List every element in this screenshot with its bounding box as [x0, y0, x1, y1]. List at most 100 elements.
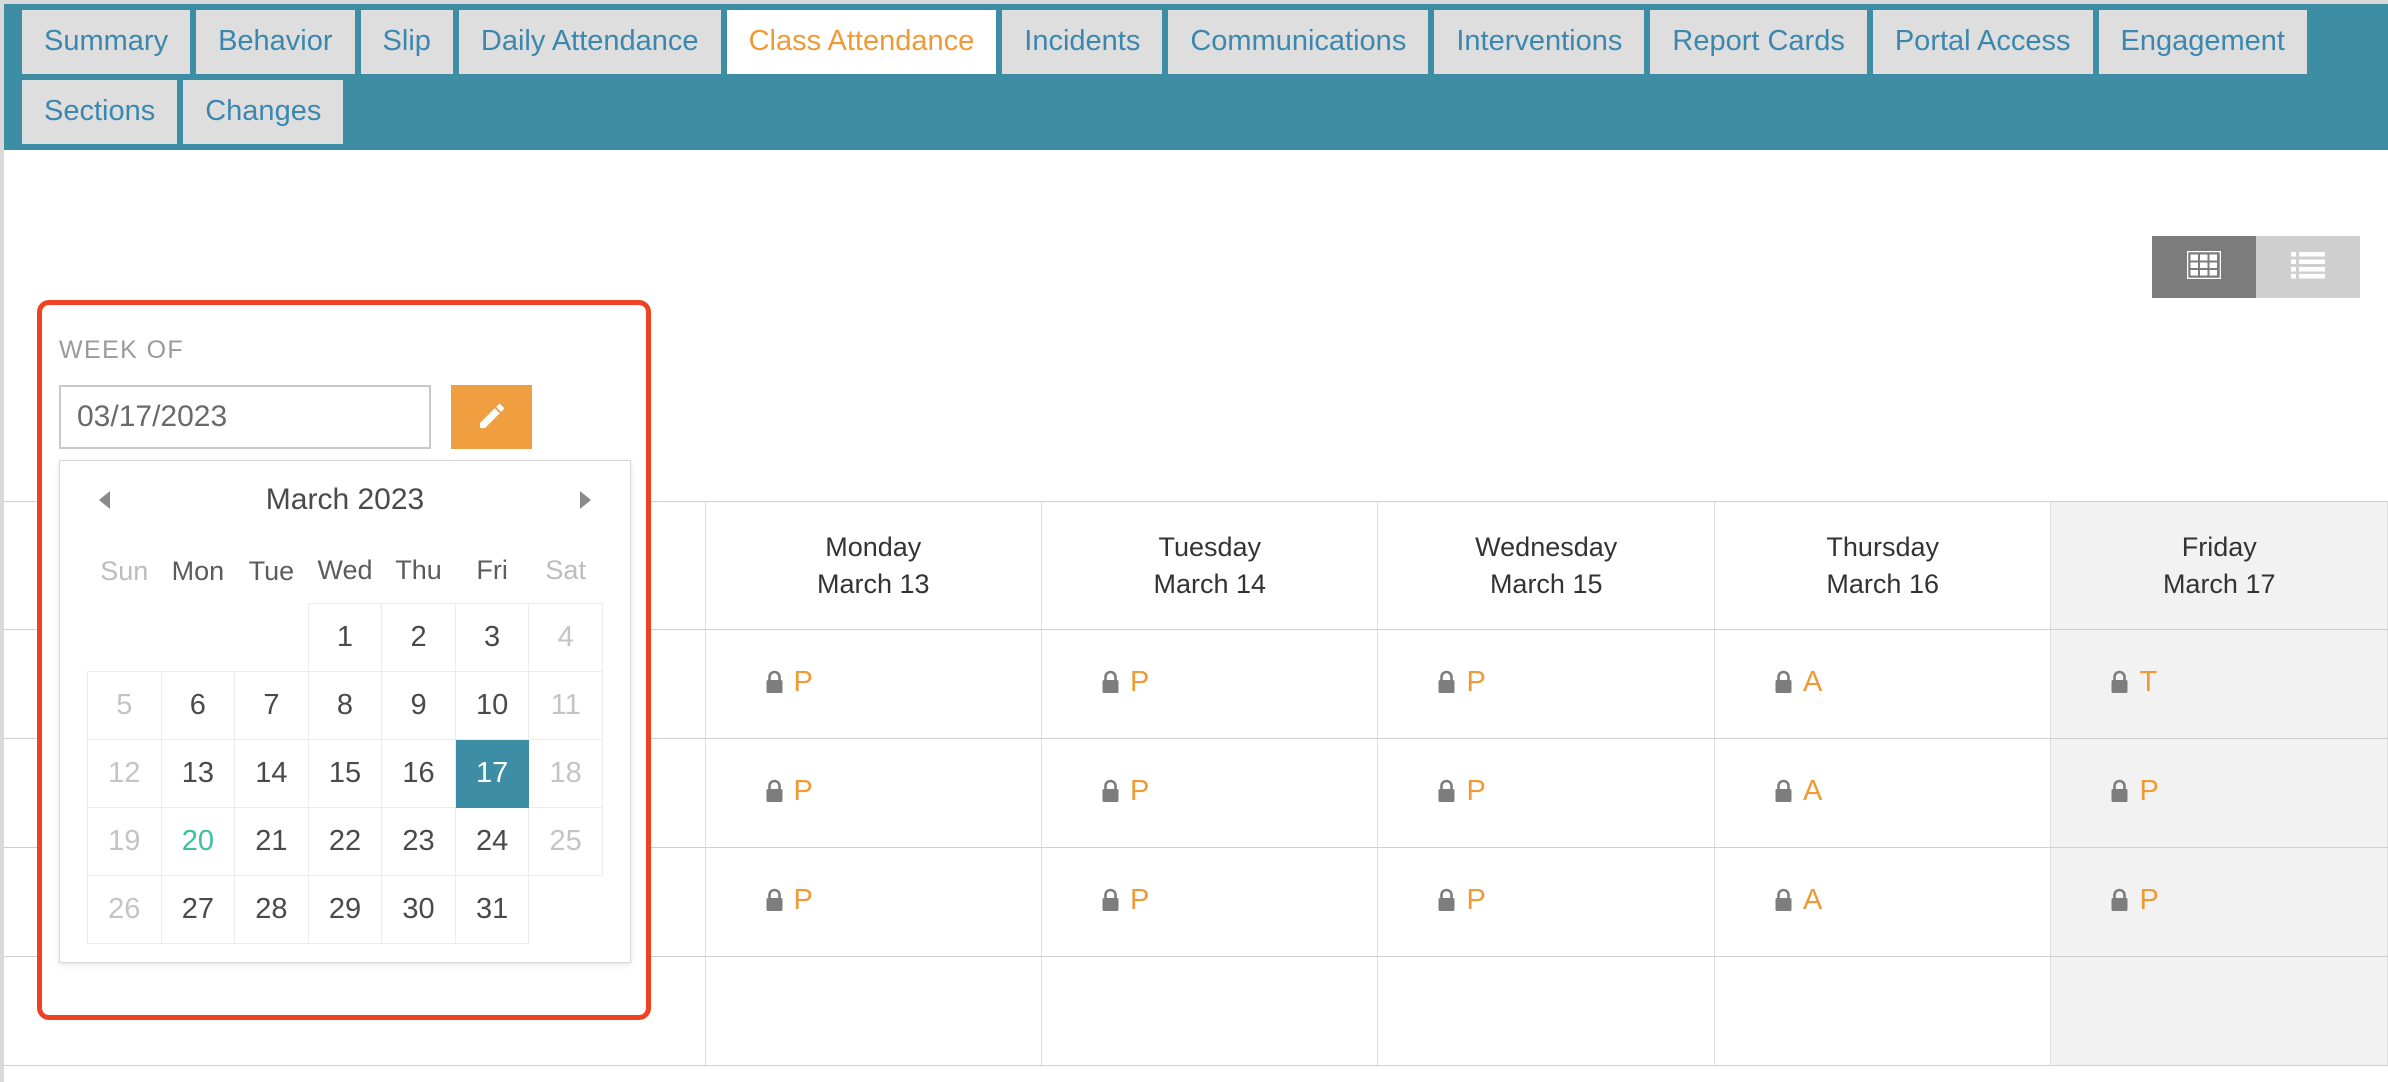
- calendar-day-29[interactable]: 29: [308, 875, 382, 943]
- attendance-cell[interactable]: A: [1714, 630, 2050, 739]
- attendance-cell[interactable]: [1378, 957, 1714, 1066]
- calendar-day-14[interactable]: 14: [235, 739, 309, 807]
- attendance-cell[interactable]: [1042, 957, 1378, 1066]
- calendar-day-26[interactable]: 26: [88, 875, 162, 943]
- tab-changes[interactable]: Changes: [183, 80, 343, 144]
- attendance-column-header-tuesday: TuesdayMarch 14: [1042, 502, 1378, 630]
- attendance-cell[interactable]: P: [1042, 739, 1378, 848]
- attendance-code: P: [1130, 777, 1149, 806]
- calendar-week-row: 567891011: [88, 671, 603, 739]
- calendar-day-11[interactable]: 11: [529, 671, 603, 739]
- calendar-day-30[interactable]: 30: [382, 875, 456, 943]
- tab-behavior[interactable]: Behavior: [196, 10, 354, 74]
- attendance-value: A: [1773, 668, 1822, 697]
- calendar-day-6[interactable]: 6: [161, 671, 235, 739]
- tab-class-attendance[interactable]: Class Attendance: [727, 10, 997, 74]
- calendar-day-24[interactable]: 24: [455, 807, 529, 875]
- calendar-next-month-button[interactable]: [568, 483, 602, 517]
- tab-interventions[interactable]: Interventions: [1434, 10, 1644, 74]
- attendance-cell[interactable]: [1714, 957, 2050, 1066]
- calendar-day-4[interactable]: 4: [529, 603, 603, 671]
- column-date-label: March 15: [1378, 566, 1713, 602]
- attendance-cell[interactable]: P: [1378, 739, 1714, 848]
- calendar-prev-month-button[interactable]: [88, 483, 122, 517]
- calendar-day-1[interactable]: 1: [308, 603, 382, 671]
- calendar-weekday-tue: Tue: [235, 539, 309, 603]
- tab-incidents[interactable]: Incidents: [1002, 10, 1162, 74]
- calendar-day-5[interactable]: 5: [88, 671, 162, 739]
- attendance-cell[interactable]: P: [705, 630, 1041, 739]
- attendance-cell[interactable]: P: [705, 848, 1041, 957]
- calendar-day-10[interactable]: 10: [455, 671, 529, 739]
- lock-icon: [2109, 670, 2130, 695]
- tab-report-cards[interactable]: Report Cards: [1650, 10, 1866, 74]
- calendar-day-18[interactable]: 18: [529, 739, 603, 807]
- attendance-code: T: [2139, 668, 2157, 697]
- attendance-cell[interactable]: [705, 957, 1041, 1066]
- calendar-header: March 2023: [60, 461, 630, 539]
- calendar-day-17[interactable]: 17: [455, 739, 529, 807]
- attendance-cell[interactable]: [2051, 957, 2388, 1066]
- calendar-day-12[interactable]: 12: [88, 739, 162, 807]
- calendar-day-25[interactable]: 25: [529, 807, 603, 875]
- attendance-cell[interactable]: P: [1042, 848, 1378, 957]
- calendar-day-27[interactable]: 27: [161, 875, 235, 943]
- attendance-cell[interactable]: P: [1378, 630, 1714, 739]
- calendar-day-19[interactable]: 19: [88, 807, 162, 875]
- calendar-days-body: 1234567891011121314151617181920212223242…: [88, 603, 603, 943]
- calendar-day-20[interactable]: 20: [161, 807, 235, 875]
- calendar-day-13[interactable]: 13: [161, 739, 235, 807]
- grid-view-button[interactable]: [2152, 236, 2256, 298]
- attendance-code: P: [2139, 777, 2158, 806]
- calendar-day-2[interactable]: 2: [382, 603, 456, 671]
- tab-daily-attendance[interactable]: Daily Attendance: [459, 10, 721, 74]
- column-weekday-label: Monday: [706, 529, 1041, 565]
- attendance-cell[interactable]: T: [2051, 630, 2388, 739]
- chevron-left-icon: [96, 489, 114, 511]
- calendar-empty-cell: [161, 603, 235, 671]
- attendance-cell[interactable]: A: [1714, 739, 2050, 848]
- tab-communications[interactable]: Communications: [1168, 10, 1428, 74]
- tab-slip[interactable]: Slip: [361, 10, 453, 74]
- calendar-day-7[interactable]: 7: [235, 671, 309, 739]
- attendance-value: P: [1436, 668, 1485, 697]
- column-weekday-label: Thursday: [1715, 529, 2050, 565]
- lock-icon: [1773, 670, 1794, 695]
- calendar-day-31[interactable]: 31: [455, 875, 529, 943]
- calendar-week-row: 262728293031: [88, 875, 603, 943]
- attendance-code: P: [794, 886, 813, 915]
- calendar-weekday-wed: Wed: [308, 539, 382, 603]
- calendar-day-22[interactable]: 22: [308, 807, 382, 875]
- column-weekday-label: Tuesday: [1042, 529, 1377, 565]
- attendance-cell[interactable]: A: [1714, 848, 2050, 957]
- calendar-day-8[interactable]: 8: [308, 671, 382, 739]
- calendar-day-21[interactable]: 21: [235, 807, 309, 875]
- week-of-date-input[interactable]: [59, 385, 431, 449]
- calendar-day-9[interactable]: 9: [382, 671, 456, 739]
- calendar-day-3[interactable]: 3: [455, 603, 529, 671]
- attendance-cell[interactable]: P: [705, 739, 1041, 848]
- attendance-value: A: [1773, 886, 1822, 915]
- tab-portal-access[interactable]: Portal Access: [1873, 10, 2093, 74]
- list-view-button[interactable]: [2256, 236, 2360, 298]
- column-date-label: March 17: [2051, 566, 2387, 602]
- attendance-column-header-thursday: ThursdayMarch 16: [1714, 502, 2050, 630]
- attendance-value: T: [2109, 668, 2157, 697]
- tab-sections[interactable]: Sections: [22, 80, 177, 144]
- calendar-weekday-sat: Sat: [529, 539, 603, 603]
- attendance-cell[interactable]: P: [1042, 630, 1378, 739]
- attendance-cell[interactable]: P: [2051, 739, 2388, 848]
- calendar-day-16[interactable]: 16: [382, 739, 456, 807]
- calendar-weekday-header: SunMonTueWedThuFriSat: [88, 539, 603, 603]
- attendance-column-header-wednesday: WednesdayMarch 15: [1378, 502, 1714, 630]
- calendar-day-15[interactable]: 15: [308, 739, 382, 807]
- attendance-cell[interactable]: P: [1378, 848, 1714, 957]
- calendar-day-23[interactable]: 23: [382, 807, 456, 875]
- attendance-cell[interactable]: P: [2051, 848, 2388, 957]
- edit-week-button[interactable]: [451, 385, 532, 449]
- calendar-day-28[interactable]: 28: [235, 875, 309, 943]
- tab-summary[interactable]: Summary: [22, 10, 190, 74]
- list-view-icon: [2291, 251, 2325, 284]
- attendance-code: A: [1803, 777, 1822, 806]
- tab-engagement[interactable]: Engagement: [2099, 10, 2307, 74]
